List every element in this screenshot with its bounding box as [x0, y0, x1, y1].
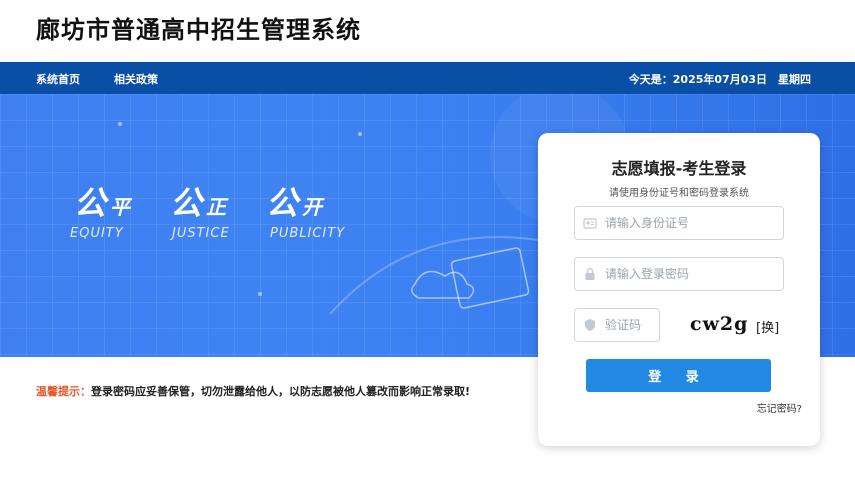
- captcha-image[interactable]: cw2g: [690, 313, 748, 335]
- id-input[interactable]: [605, 207, 777, 239]
- login-subtitle: 请使用身份证号和密码登录系统: [609, 188, 749, 199]
- login-button[interactable]: 登 录: [586, 359, 771, 392]
- motto-equity-big: 公: [74, 184, 107, 222]
- lock-icon: [585, 268, 595, 280]
- id-card-icon: [583, 218, 597, 229]
- login-title: 志愿填报-考生登录: [611, 159, 747, 178]
- site-title: 廊坊市普通高中招生管理系统: [36, 16, 361, 44]
- motto-justice-en: JUSTICE: [172, 226, 230, 241]
- motto-publicity-en: PUBLICITY: [270, 226, 346, 241]
- date-display: 今天是：2025年07月03日 星期四: [628, 73, 811, 86]
- tip-label: 温馨提示：: [36, 385, 91, 398]
- shield-icon: [585, 319, 595, 331]
- id-field: [574, 206, 784, 240]
- tip-text: 登录密码应妥善保管，切勿泄露给他人，以防志愿被他人篡改而影响正常录取!: [91, 385, 471, 398]
- motto-justice: 公正: [170, 178, 226, 224]
- password-input[interactable]: [605, 258, 777, 290]
- motto-equity: 公平: [74, 178, 130, 224]
- motto-publicity-small: 开: [302, 195, 323, 219]
- motto-publicity-big: 公: [266, 184, 299, 222]
- navbar: 系统首页 相关政策 今天是：2025年07月03日 星期四: [0, 62, 855, 94]
- warning-tip: 温馨提示：登录密码应妥善保管，切勿泄露给他人，以防志愿被他人篡改而影响正常录取!: [36, 383, 470, 399]
- motto-justice-small: 正: [206, 195, 227, 219]
- captcha-field: [574, 308, 660, 342]
- forgot-password-link[interactable]: 忘记密码?: [757, 400, 802, 415]
- captcha-input[interactable]: [605, 309, 657, 341]
- nav-home[interactable]: 系统首页: [36, 71, 80, 87]
- nav-policy[interactable]: 相关政策: [114, 71, 158, 87]
- header: 廊坊市普通高中招生管理系统: [0, 0, 855, 60]
- motto-equity-small: 平: [110, 195, 131, 219]
- motto-equity-en: EQUITY: [70, 226, 124, 241]
- login-panel: 志愿填报-考生登录 请使用身份证号和密码登录系统 cw2g [换] 登 录 忘记…: [538, 133, 820, 446]
- motto-publicity: 公开: [266, 178, 322, 224]
- captcha-refresh-link[interactable]: [换]: [756, 317, 779, 336]
- motto-justice-big: 公: [170, 184, 203, 222]
- password-field: [574, 257, 784, 291]
